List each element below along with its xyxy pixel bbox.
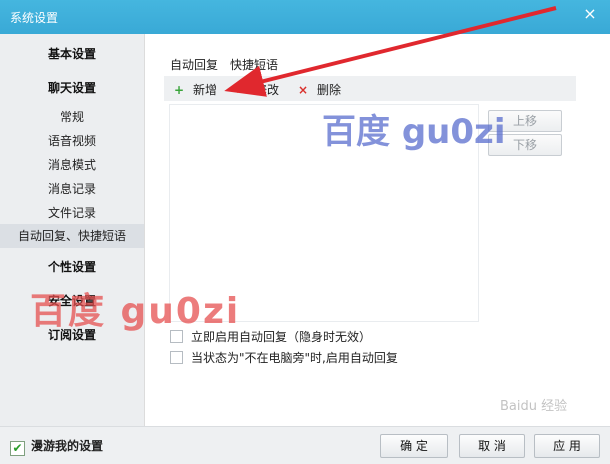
check-icon[interactable]: ✔ bbox=[10, 441, 25, 456]
ok-button[interactable]: 确 定 bbox=[380, 434, 448, 458]
cancel-button[interactable]: 取 消 bbox=[459, 434, 525, 458]
annotation-arrow bbox=[224, 6, 557, 97]
roam-settings-label: 漫游我的设置 bbox=[31, 439, 104, 453]
watermark-baidu: Baidu 经验 bbox=[500, 399, 568, 414]
bottom-bar: ✔ 漫游我的设置 确 定 取 消 应 用 bbox=[0, 426, 610, 464]
apply-button[interactable]: 应 用 bbox=[534, 434, 600, 458]
roam-settings-option[interactable]: ✔ 漫游我的设置 bbox=[10, 437, 103, 456]
